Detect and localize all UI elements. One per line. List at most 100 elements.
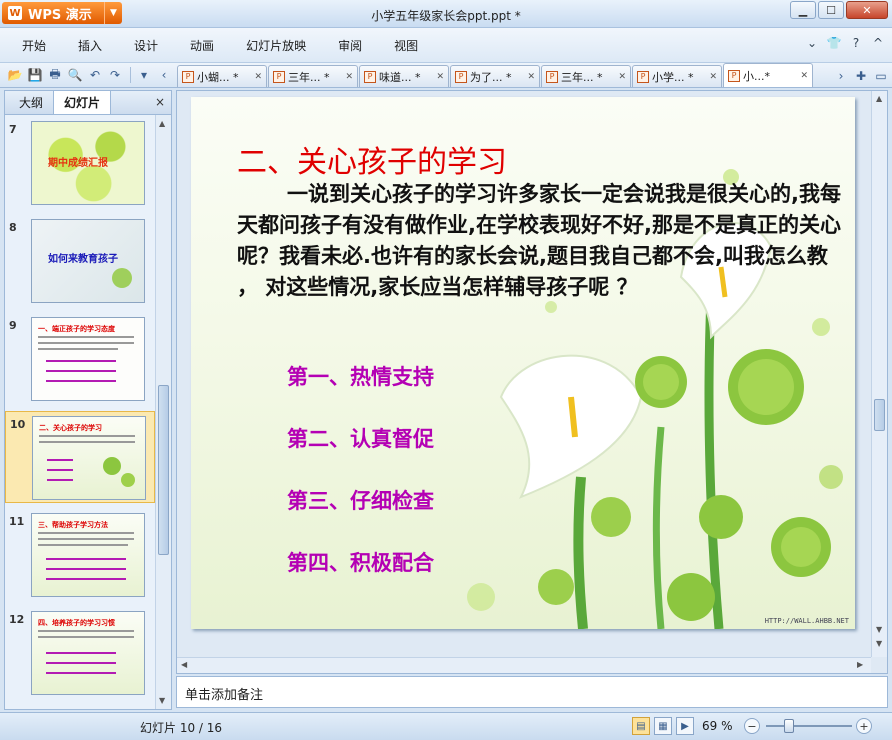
undo-icon[interactable]: ↶ [86, 66, 104, 84]
menu-view[interactable]: 视图 [378, 37, 434, 54]
scroll-thumb[interactable] [874, 399, 885, 431]
window-title: 小学五年级家长会ppt.ppt * [371, 9, 521, 23]
save-icon[interactable]: 💾 [26, 66, 44, 84]
slide-number: 9 [9, 319, 17, 332]
close-tab-icon[interactable]: ✕ [618, 72, 626, 82]
slide-number: 8 [9, 221, 17, 234]
minimize-button[interactable]: ▁ [790, 1, 816, 19]
slide-sorter-view-icon[interactable]: ▦ [654, 717, 672, 735]
doc-tab[interactable]: P 小学... * ✕ [632, 65, 722, 87]
close-button[interactable]: ✕ [846, 1, 888, 19]
scroll-thumb[interactable] [158, 385, 169, 555]
zoom-in-button[interactable]: + [856, 718, 872, 734]
next-slide-icon[interactable]: ▼ [876, 639, 882, 648]
thumbnail-title: 一、端正孩子的学习态度 [38, 325, 115, 333]
doc-tab[interactable]: P 三年... * ✕ [268, 65, 358, 87]
slide-point-3[interactable]: 第三、仔细检查 [287, 485, 434, 515]
ppt-file-icon: P [728, 69, 740, 82]
print-preview-icon[interactable]: 🔍 [66, 66, 84, 84]
scroll-down-icon[interactable]: ▼ [159, 696, 165, 705]
close-panel-icon[interactable]: × [155, 95, 165, 109]
close-tab-icon[interactable]: ✕ [436, 72, 444, 82]
scroll-left-icon[interactable]: ◀ [181, 660, 187, 669]
menu-right-tools: ⌄ 👕 ? ^ [804, 36, 886, 50]
slide-counter: 幻灯片 10 / 16 [140, 721, 223, 735]
menu-design[interactable]: 设计 [118, 37, 174, 54]
slide-thumbnail-9[interactable]: 9 一、端正孩子的学习态度 [5, 313, 155, 405]
doc-tab[interactable]: P 味道... * ✕ [359, 65, 449, 87]
doc-tab[interactable]: P 小蝴... * ✕ [177, 65, 267, 87]
editor-horizontal-scrollbar[interactable]: ◀ ▶ [177, 657, 871, 673]
editor-vertical-scrollbar[interactable]: ▲ ▼ ▼ [871, 91, 887, 657]
zoom-out-button[interactable]: − [744, 718, 760, 734]
tab-slides[interactable]: 幻灯片 [53, 90, 112, 114]
panel-tabs: 大纲 幻灯片 × [5, 90, 171, 115]
view-buttons: ▤ ▦ ▶ [632, 717, 694, 735]
slide-point-1[interactable]: 第一、热情支持 [287, 361, 434, 391]
ppt-file-icon: P [546, 70, 558, 83]
scroll-up-icon[interactable]: ▲ [876, 94, 882, 103]
doc-tab[interactable]: P 为了... * ✕ [450, 65, 540, 87]
zoom-slider-handle[interactable] [784, 719, 794, 733]
tab-outline[interactable]: 大纲 [9, 91, 53, 114]
scroll-up-icon[interactable]: ▲ [159, 119, 165, 128]
close-tab-icon[interactable]: ✕ [800, 71, 808, 81]
scroll-down-icon[interactable]: ▼ [876, 625, 882, 634]
slide-thumbnail-10[interactable]: 10 二、关心孩子的学习 [5, 411, 155, 503]
close-tab-icon[interactable]: ✕ [709, 72, 717, 82]
close-tab-icon[interactable]: ✕ [345, 72, 353, 82]
slide-thumbnail-8[interactable]: 8 如何来教育孩子 [5, 215, 155, 307]
window-controls: ▁ ☐ ✕ [790, 1, 888, 19]
slide-body-text[interactable]: 一说到关心孩子的学习许多家长一定会说我是很关心的,我每天都问孩子有没有做作业,在… [237, 179, 853, 303]
redo-icon[interactable]: ↷ [106, 66, 124, 84]
document-tabs: P 小蝴... * ✕ P 三年... * ✕ P 味道... * ✕ P 为了... * ✕ … [177, 63, 814, 87]
flower-icon [112, 268, 132, 288]
status-bar: 幻灯片 10 / 16 ▤ ▦ ▶ 69 % − + [0, 712, 892, 740]
thumbnail-title: 期中成绩汇报 [48, 158, 108, 169]
slide-point-2[interactable]: 第二、认真督促 [287, 423, 434, 453]
quick-toolbar: 📂 💾 🖶 🔍 ↶ ↷ ▾ ‹ P 小蝴... * ✕ P 三年... * ✕ P 味道.… [0, 62, 892, 88]
scroll-right-icon[interactable]: ▶ [857, 660, 863, 669]
tabs-list-icon[interactable]: ▭ [872, 67, 890, 85]
normal-view-icon[interactable]: ▤ [632, 717, 650, 735]
close-tab-icon[interactable]: ✕ [527, 72, 535, 82]
tabs-scroll-left-icon[interactable]: ‹ [155, 66, 173, 84]
thumbnail-title: 如何来教育孩子 [48, 254, 118, 265]
menu-animation[interactable]: 动画 [174, 37, 230, 54]
slide-thumbnail-12[interactable]: 12 四、培养孩子的学习习惯 [5, 607, 155, 699]
slide-thumbnail-7[interactable]: 7 期中成绩汇报 [5, 117, 155, 209]
doc-tab[interactable]: P 三年... * ✕ [541, 65, 631, 87]
notes-field[interactable]: 单击添加备注 [176, 676, 888, 708]
ribbon-collapse-icon[interactable]: ^ [870, 36, 886, 50]
menu-home[interactable]: 开始 [0, 37, 62, 54]
maximize-button[interactable]: ☐ [818, 1, 844, 19]
panel-scrollbar[interactable]: ▲ ▼ [155, 115, 171, 709]
open-folder-icon[interactable]: 📂 [6, 66, 24, 84]
slide-number: 11 [9, 515, 25, 528]
doc-tab-active[interactable]: P 小...* ✕ [723, 63, 813, 87]
zoom-level: 69 % [702, 719, 733, 733]
ppt-file-icon: P [637, 70, 649, 83]
slideshow-view-icon[interactable]: ▶ [676, 717, 694, 735]
tab-navigation: › ✚ ▭ [832, 67, 890, 85]
new-tab-icon[interactable]: ✚ [852, 67, 870, 85]
menu-review[interactable]: 审阅 [322, 37, 378, 54]
customize-toolbar-icon[interactable]: ▾ [135, 66, 153, 84]
print-icon[interactable]: 🖶 [46, 66, 64, 84]
slide-canvas[interactable]: 二、关心孩子的学习 一说到关心孩子的学习许多家长一定会说我是很关心的,我每天都问… [191, 97, 855, 629]
menu-slideshow[interactable]: 幻灯片放映 [230, 37, 322, 54]
chevron-down-icon[interactable]: ⌄ [804, 36, 820, 50]
image-watermark: HTTP://WALL.AHBB.NET [764, 617, 849, 625]
tabs-scroll-right-icon[interactable]: › [832, 67, 850, 85]
slide-thumbnail-11[interactable]: 11 三、帮助孩子学习方法 [5, 509, 155, 601]
thumbnail-title: 四、培养孩子的学习习惯 [38, 619, 115, 627]
menu-insert[interactable]: 插入 [62, 37, 118, 54]
slide-number: 10 [10, 418, 26, 431]
slide-title[interactable]: 二、关心孩子的学习 [237, 137, 507, 181]
close-tab-icon[interactable]: ✕ [254, 72, 262, 82]
help-icon[interactable]: ? [848, 36, 864, 50]
skin-icon[interactable]: 👕 [826, 36, 842, 50]
toolbar-separator [130, 67, 131, 83]
zoom-slider-track[interactable] [766, 725, 852, 727]
slide-point-4[interactable]: 第四、积极配合 [287, 547, 434, 577]
